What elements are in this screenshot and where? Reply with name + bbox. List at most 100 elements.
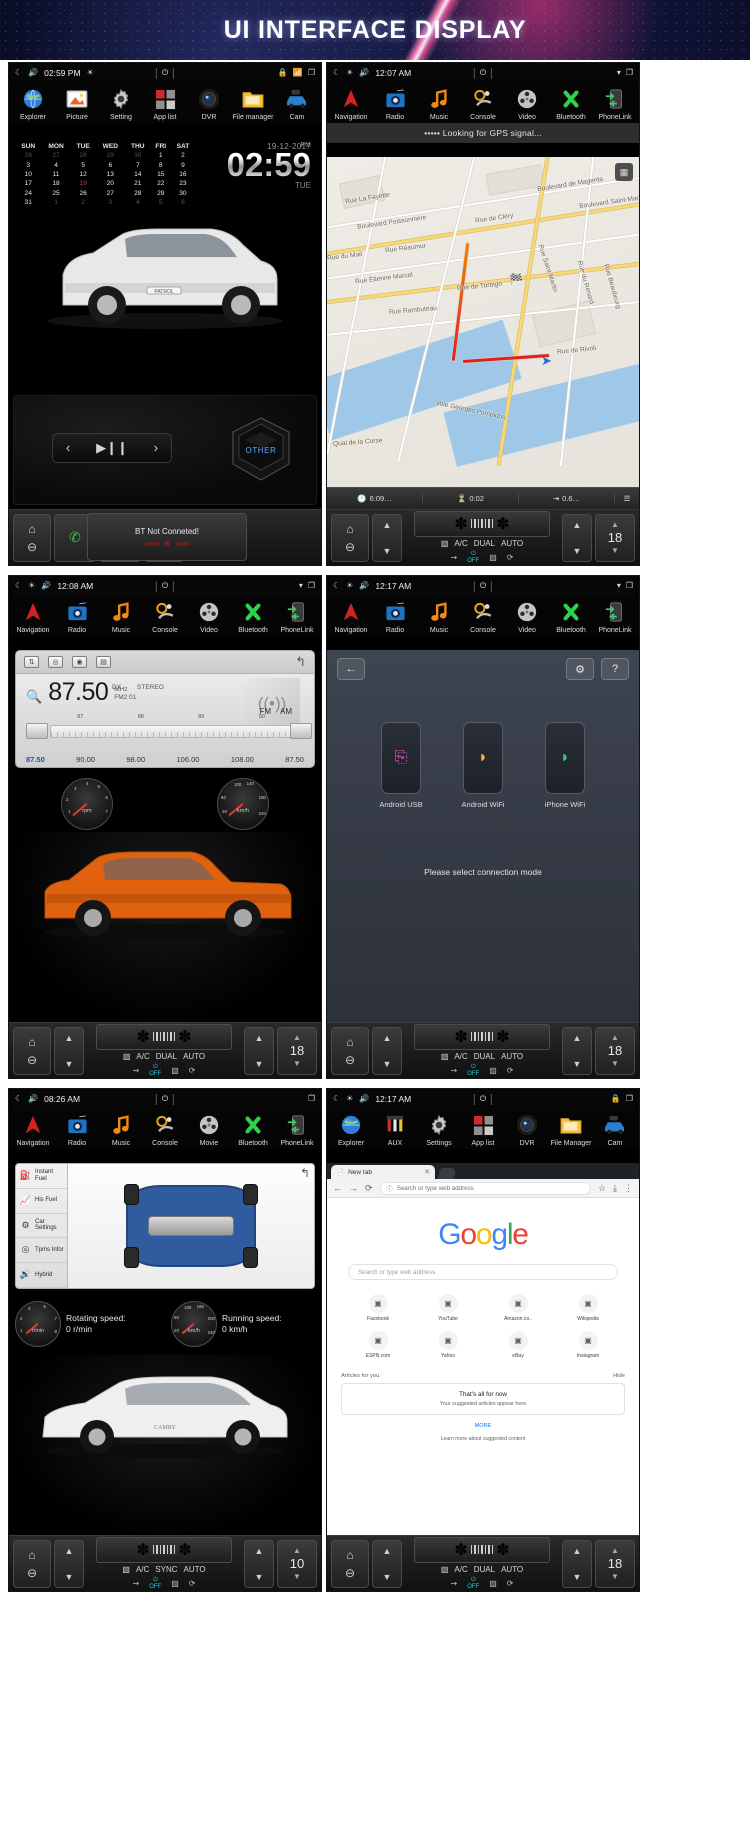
download-icon[interactable]: ⤓ (613, 1183, 617, 1194)
power-toggle[interactable]: ⏻ OFF (467, 1577, 479, 1590)
recirculate-icon[interactable]: ⟳ (507, 1579, 514, 1588)
temp-down-icon[interactable]: ▼ (611, 546, 619, 555)
close-icon[interactable]: ✕ (424, 1168, 430, 1176)
calendar-day[interactable]: 18 (41, 179, 70, 188)
dock-item-radio[interactable]: Radio (55, 1112, 99, 1147)
preset-list[interactable]: 87.50 90.00 98.00 106.00 108.00 87.50 (22, 755, 308, 764)
temperature-stepper[interactable]: ▲ 18 ▼ (277, 1026, 317, 1075)
calendar-day[interactable]: 10 (15, 170, 41, 179)
car-settings-item-his-fuel[interactable]: 📈 His Fuel (16, 1189, 67, 1214)
calendar-day[interactable]: 19 (71, 179, 96, 188)
rear-defrost-icon[interactable]: ▨ (489, 1579, 497, 1588)
recirculate-icon[interactable]: ⟳ (189, 1066, 196, 1075)
equalizer-icon[interactable]: ⇅ (24, 656, 39, 668)
dock-item-radio[interactable]: Radio (55, 599, 99, 634)
calendar-day[interactable]: 13 (96, 170, 125, 179)
shortcut-tile[interactable]: ▣ Yahoo (413, 1331, 483, 1359)
media-prev-button[interactable]: ‹ (66, 440, 70, 455)
ac-label[interactable]: A/C (454, 1052, 467, 1061)
calendar-day[interactable]: 25 (41, 189, 70, 198)
temperature-stepper[interactable]: ▲ 10 ▼ (277, 1539, 317, 1588)
power-icon[interactable]: ⏻ (162, 69, 168, 77)
preset-button[interactable]: 90.00 (76, 755, 95, 764)
dock-item-bluetooth[interactable]: Bluetooth (549, 599, 593, 634)
temperature-stepper[interactable]: ▲ 18 ▼ (595, 1539, 635, 1588)
dock-item-video[interactable]: Video (505, 86, 549, 121)
down-icon[interactable]: ▼ (383, 546, 392, 556)
airflow-icon[interactable]: ⇝ (133, 1579, 140, 1588)
dual-label[interactable]: DUAL (156, 1052, 177, 1061)
calendar-day[interactable]: 9 (171, 160, 195, 169)
volume-icon[interactable]: 🔊 (359, 582, 369, 590)
dock-item-phonelink[interactable]: PhoneLink (275, 599, 319, 634)
menu-icon[interactable]: ⋮ (624, 1183, 633, 1194)
dock-item-console[interactable]: Console (143, 599, 187, 634)
power-toggle[interactable]: ⏻ OFF (467, 1064, 479, 1077)
up-icon[interactable]: ▲ (383, 520, 392, 530)
calendar-widget[interactable]: SUN MON TUE WED THU FRI SAT 26 27 28 29 30 1 2 3 4 5 6 7 8… (15, 142, 195, 207)
home-button[interactable]: ⌂ ⊖ (13, 1026, 51, 1075)
browser-tab[interactable]: 📄 New tab ✕ (331, 1165, 435, 1179)
temperature-stepper[interactable]: ▲ 18 ▼ (595, 1026, 635, 1075)
power-icon[interactable]: ⏻ (480, 1095, 486, 1103)
rear-defrost-icon[interactable]: ▨ (171, 1579, 179, 1588)
dock-item-music[interactable]: Music (99, 599, 143, 634)
recirculate-icon[interactable]: ⟳ (507, 553, 514, 562)
moon-icon[interactable]: ☾ (15, 1095, 22, 1103)
volume-icon[interactable]: 🔊 (41, 582, 51, 590)
dock-item-settings[interactable]: Settings (417, 1112, 461, 1147)
dock-item-setting[interactable]: Setting (99, 86, 143, 121)
rds-icon[interactable]: ◉ (72, 656, 87, 668)
home-button[interactable]: ⌂ ⊖ (331, 1026, 369, 1075)
dock-item-console[interactable]: Console (461, 599, 505, 634)
shortcut-tile[interactable]: ▣ ESPN.com (343, 1331, 413, 1359)
airflow-icon[interactable]: ⇝ (451, 553, 458, 562)
calendar-day[interactable]: 2 (71, 198, 96, 207)
help-button[interactable]: ? (601, 658, 629, 680)
dock-item-cam[interactable]: Cam (593, 1112, 637, 1147)
down-icon[interactable]: ▼ (65, 1059, 74, 1069)
dock-item-movie[interactable]: Movie (187, 1112, 231, 1147)
temp-down-icon[interactable]: ▼ (293, 1572, 301, 1581)
calendar-day[interactable]: 6 (171, 198, 195, 207)
back-icon[interactable]: ← (333, 1183, 342, 1193)
dock-item-dvr[interactable]: DVR (187, 86, 231, 121)
calendar-day[interactable]: 16 (171, 170, 195, 179)
up-icon[interactable]: ▲ (65, 1033, 74, 1043)
ntp-search-box[interactable]: Search or type web address (348, 1264, 618, 1280)
dock-item-file-manager[interactable]: File Manager (549, 1112, 593, 1147)
dock-item-file-manager[interactable]: File manager (231, 86, 275, 121)
calendar-day[interactable]: 3 (96, 198, 125, 207)
rear-defrost-icon[interactable]: ▨ (489, 553, 497, 562)
dock-item-bluetooth[interactable]: Bluetooth (231, 1112, 275, 1147)
calendar-day[interactable]: 1 (151, 151, 171, 160)
bluetooth-status-bar[interactable]: BT Not Conneted! »»»» ⊗ «««« (87, 513, 247, 561)
fan-speed-indicator[interactable]: ✽ ✽ (414, 1536, 550, 1563)
search-icon[interactable]: 🔍 (26, 689, 42, 705)
rear-defrost-icon[interactable]: ▨ (171, 1066, 179, 1075)
dock-item-radio[interactable]: Radio (373, 86, 417, 121)
calendar-day[interactable]: 1 (41, 198, 70, 207)
rear-defrost-icon[interactable]: ▨ (489, 1066, 497, 1075)
calendar-day[interactable]: 30 (125, 151, 151, 160)
preset-button[interactable]: 108.00 (231, 755, 254, 764)
car-settings-item-hybrid[interactable]: 🔊 Hybrid (16, 1263, 67, 1288)
calendar-day[interactable]: 27 (41, 151, 70, 160)
ac-label[interactable]: A/C (454, 1565, 467, 1574)
more-button[interactable]: MORE (327, 1423, 639, 1429)
calendar-day[interactable]: 23 (171, 179, 195, 188)
new-tab-button[interactable] (437, 1168, 457, 1179)
car-settings-item-instant-fuel[interactable]: ⛽ Instant Fuel (16, 1164, 67, 1189)
ac-label[interactable]: A/C (136, 1565, 149, 1574)
down-icon[interactable]: ▼ (383, 1572, 392, 1582)
media-source-cube[interactable]: OTHER (228, 413, 294, 487)
dock-item-navigation[interactable]: Navigation (11, 599, 55, 634)
right-fan-stepper[interactable]: ▲ ▼ (244, 1539, 274, 1588)
left-fan-stepper[interactable]: ▲ ▼ (372, 513, 402, 562)
preset-button[interactable]: 98.00 (126, 755, 145, 764)
calendar-day[interactable]: 26 (71, 189, 96, 198)
shortcut-tile[interactable]: ▣ eBay (483, 1331, 553, 1359)
mode-iphone-wifi[interactable]: ◗ iPhone WiFi (538, 722, 592, 809)
down-icon[interactable]: ▼ (255, 1572, 264, 1582)
preset-button[interactable]: 106.00 (177, 755, 200, 764)
